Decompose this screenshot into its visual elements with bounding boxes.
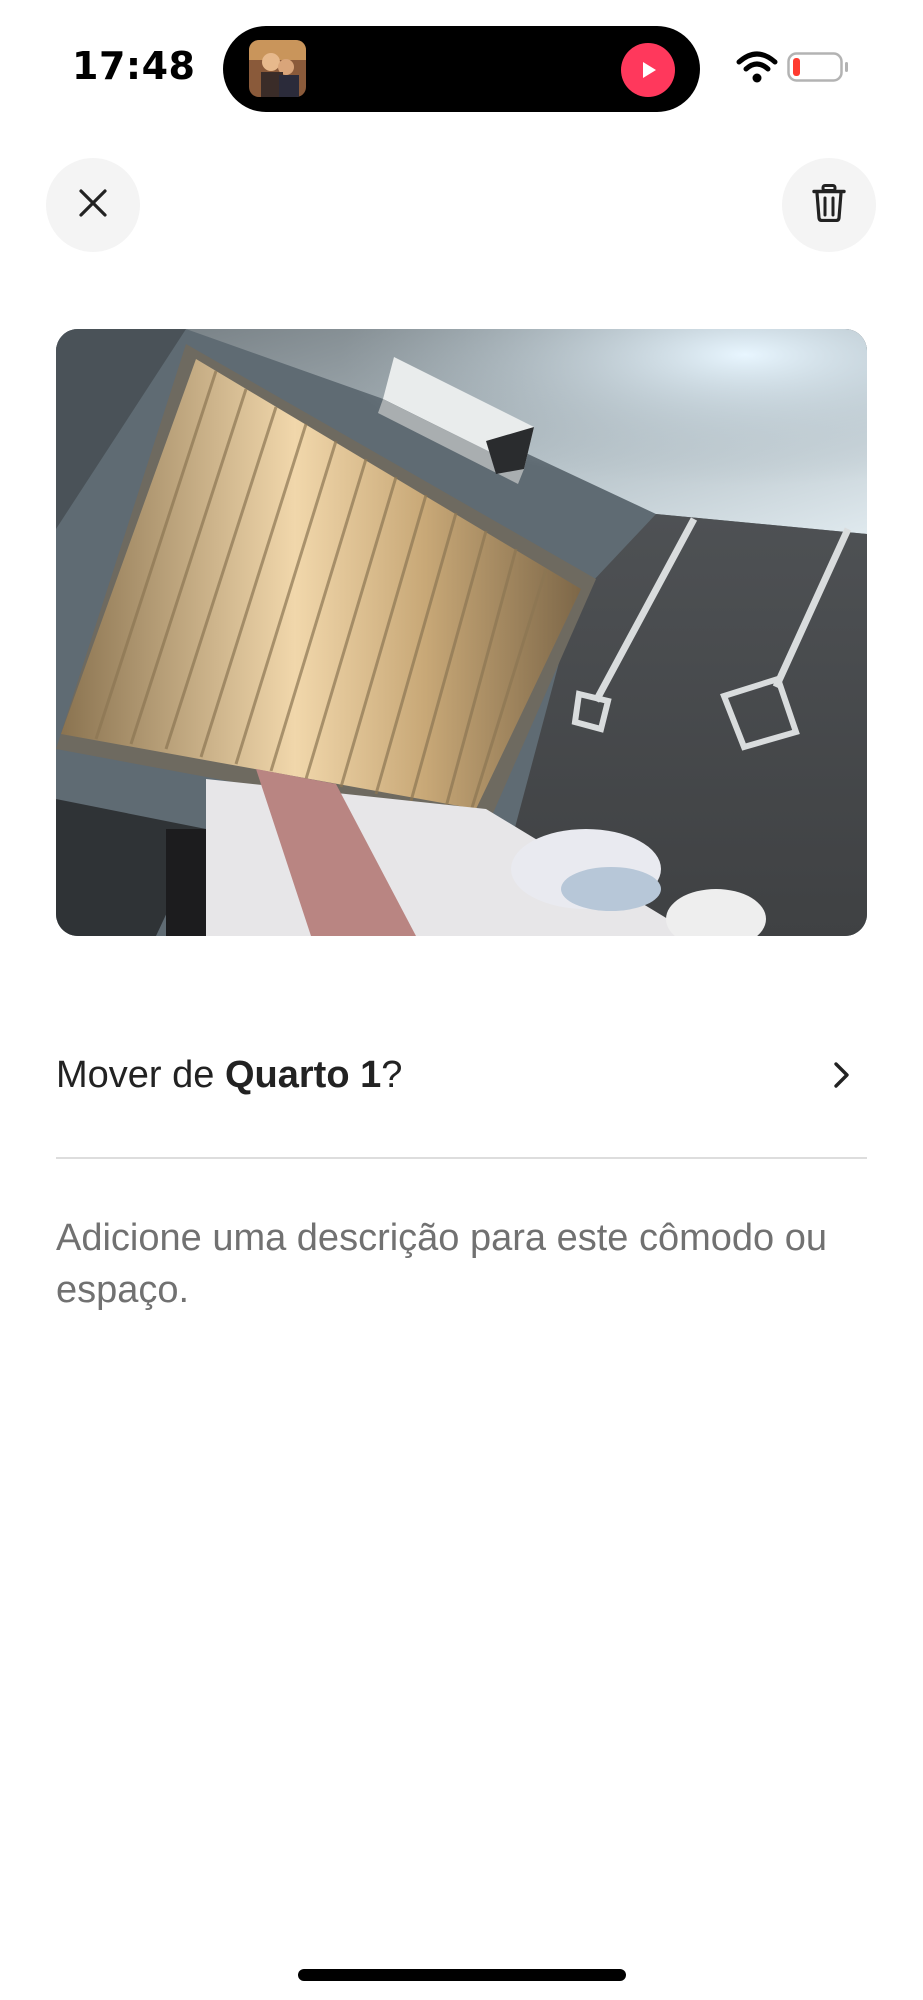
play-icon[interactable] (621, 43, 675, 97)
wifi-icon (735, 50, 779, 84)
dynamic-island[interactable] (223, 26, 700, 112)
album-art-icon (249, 40, 306, 97)
chevron-right-icon (831, 1060, 853, 1090)
status-time: 17:48 (72, 44, 196, 88)
delete-photo-button[interactable] (782, 158, 876, 252)
move-room-row[interactable]: Mover de Quarto 1? (56, 1040, 867, 1110)
home-indicator[interactable] (298, 1969, 626, 1981)
current-room-name: Quarto 1 (224, 1053, 382, 1096)
move-suffix: ? (381, 1053, 403, 1096)
close-icon (76, 186, 110, 225)
close-button[interactable] (46, 158, 140, 252)
description-field[interactable]: Adicione uma descrição para este cômodo … (56, 1212, 867, 1316)
divider (56, 1157, 867, 1159)
move-room-label: Mover de Quarto 1? (56, 1054, 402, 1097)
move-prefix: Mover de (56, 1053, 225, 1096)
battery-low-icon (787, 52, 849, 82)
trash-icon (812, 183, 846, 227)
room-photo[interactable] (56, 329, 867, 936)
